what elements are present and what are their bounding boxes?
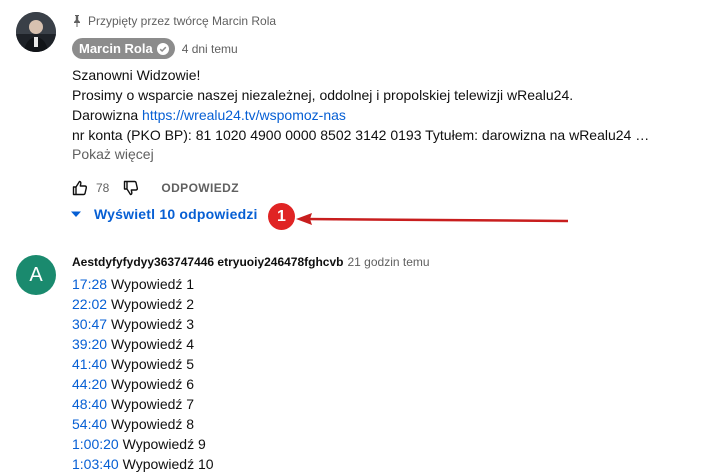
author-chip[interactable]: Marcin Rola [72,38,175,59]
timestamp-link[interactable]: 1:00:20 [72,436,119,452]
timestamp-label: Wypowiedź 4 [110,336,195,352]
timestamp-label: Wypowiedź 3 [110,316,195,332]
timestamp-link[interactable]: 54:40 [72,416,107,432]
show-more-button[interactable]: Pokaż więcej [72,146,154,162]
timestamp-link[interactable]: 1:03:40 [72,456,119,472]
timestamp-label: Wypowiedź 7 [110,396,195,412]
comment-header: Aestdyfyfydyy363747446 etryuoiy246478fgh… [72,255,430,269]
annotation-badge: 1 [268,203,295,230]
view-replies-button[interactable]: Wyświetl 10 odpowiedzi [70,206,258,222]
view-replies-label[interactable]: Wyświetl 10 odpowiedzi [94,206,258,222]
timestamp-label: Wypowiedź 6 [110,376,195,392]
timestamp-link[interactable]: 17:28 [72,276,107,292]
timestamp-link[interactable]: 44:20 [72,376,107,392]
timestamp-link[interactable]: 48:40 [72,396,107,412]
comment-line: Darowizna https://wrealu24.tv/wspomoz-na… [72,105,649,125]
thumbs-up-icon[interactable] [72,180,88,196]
timestamp-label: Wypowiedź 1 [110,276,195,292]
timestamp-link[interactable]: 22:02 [72,296,107,312]
timestamp-list: 17:28 Wypowiedź 1 22:02 Wypowiedź 2 30:47 … [72,274,214,474]
list-item: 17:28 Wypowiedź 1 [72,274,214,294]
timestamp-link[interactable]: 39:20 [72,336,107,352]
reply-button[interactable]: ODPOWIEDZ [161,181,239,195]
list-item: 54:40 Wypowiedź 8 [72,414,214,434]
comment-line: Prosimy o wsparcie naszej niezależnej, o… [72,87,574,103]
list-item: 1:00:20 Wypowiedź 9 [72,434,214,454]
pinned-text: Przypięty przez twórcę Marcin Rola [88,14,277,28]
author-name[interactable]: Marcin Rola [79,41,153,56]
comment-time[interactable]: 21 godzin temu [348,255,430,269]
donation-link[interactable]: https://wrealu24.tv/wspomoz-nas [142,107,346,123]
timestamp-label: Wypowiedź 9 [122,436,206,452]
list-item: 48:40 Wypowiedź 7 [72,394,214,414]
comment-actions: 78 ODPOWIEDZ [72,178,239,198]
timestamp-label: Wypowiedź 10 [122,456,214,472]
list-item: 1:03:40 Wypowiedź 10 [72,454,214,474]
timestamp-label: Wypowiedź 5 [110,356,195,372]
avatar[interactable] [16,12,56,52]
comment-text: Szanowni Widzowie! Prosimy o wsparcie na… [72,65,649,145]
list-item: 39:20 Wypowiedź 4 [72,334,214,354]
thumbs-down-icon[interactable] [123,180,139,196]
comment-header: Marcin Rola 4 dni temu [72,38,238,59]
avatar-photo-icon [16,12,56,52]
comment-line: Szanowni Widzowie! [72,67,201,83]
pin-icon [74,15,80,27]
avatar[interactable]: A [16,255,56,295]
annotation-arrow-icon [296,213,569,225]
author-name[interactable]: Aestdyfyfydyy363747446 etryuoiy246478fgh… [72,255,344,269]
donation-prefix: Darowizna [72,107,143,123]
timestamp-link[interactable]: 30:47 [72,316,107,332]
pinned-label: Przypięty przez twórcę Marcin Rola [72,14,276,28]
list-item: 44:20 Wypowiedź 6 [72,374,214,394]
caret-down-icon [71,211,81,217]
list-item: 41:40 Wypowiedź 5 [72,354,214,374]
timestamp-label: Wypowiedź 2 [110,296,195,312]
comment-line: nr konta (PKO BP): 81 1020 4900 0000 850… [72,127,650,143]
verified-check-icon [156,42,169,55]
comment-time[interactable]: 4 dni temu [182,42,238,56]
list-item: 30:47 Wypowiedź 3 [72,314,214,334]
like-count: 78 [96,181,110,195]
timestamp-link[interactable]: 41:40 [72,356,107,372]
list-item: 22:02 Wypowiedź 2 [72,294,214,314]
timestamp-label: Wypowiedź 8 [110,416,195,432]
